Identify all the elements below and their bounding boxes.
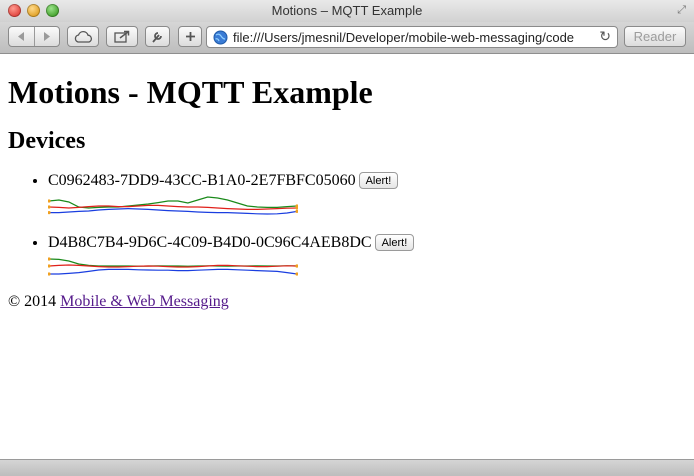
icloud-tabs-button[interactable] <box>67 26 99 47</box>
device-id: D4B8C7B4-9D6C-4C09-B4D0-0C96C4AEB8DC <box>48 234 372 251</box>
globe-icon <box>213 30 228 45</box>
blue-end-marker <box>295 272 298 276</box>
device-item: C0962483-7DD9-43CC-B1A0-2E7FBFC05060 Ale… <box>48 171 686 216</box>
footer: © 2014 Mobile & Web Messaging <box>8 293 686 311</box>
back-button[interactable] <box>16 31 26 42</box>
fullscreen-icon[interactable]: ⤢ <box>677 4 686 17</box>
back-arrow-icon <box>18 32 24 41</box>
device-list: C0962483-7DD9-43CC-B1A0-2E7FBFC05060 Ale… <box>8 171 686 278</box>
red-start-marker <box>48 264 51 268</box>
plus-icon <box>185 32 195 41</box>
page-title: Motions - MQTT Example <box>8 74 373 110</box>
blue-start-marker <box>48 211 51 215</box>
wrench-icon <box>152 31 162 43</box>
developer-button[interactable] <box>145 26 170 47</box>
share-button[interactable] <box>106 26 138 47</box>
cloud-icon <box>74 30 92 43</box>
alert-button[interactable]: Alert! <box>374 234 415 251</box>
blue-series-line <box>49 268 298 275</box>
back-forward-group <box>8 26 60 47</box>
forward-arrow-icon <box>44 32 50 41</box>
motion-sparkline <box>48 257 298 276</box>
device-id: C0962483-7DD9-43CC-B1A0-2E7FBFC05060 <box>48 172 356 189</box>
device-item: D4B8C7B4-9D6C-4C09-B4D0-0C96C4AEB8DC Ale… <box>48 233 686 278</box>
page-content: Motions - MQTT Example Devices C0962483-… <box>8 53 686 311</box>
devices-heading: Devices <box>8 128 86 154</box>
browser-toolbar: file:///Users/jmesnil/Developer/mobile-w… <box>0 22 694 54</box>
alert-button[interactable]: Alert! <box>358 172 399 189</box>
forward-button[interactable] <box>42 31 52 42</box>
reload-icon[interactable]: ↻ <box>599 28 611 45</box>
new-tab-button[interactable] <box>178 26 202 47</box>
window-titlebar: Motions – MQTT Example ⤢ <box>0 0 694 22</box>
status-bar <box>0 459 694 476</box>
green-start-marker <box>48 257 51 261</box>
copyright-text: © 2014 <box>8 293 57 310</box>
footer-link[interactable]: Mobile & Web Messaging <box>60 293 229 310</box>
red-end-marker <box>295 264 298 268</box>
url-text: file:///Users/jmesnil/Developer/mobile-w… <box>233 30 575 45</box>
blue-start-marker <box>48 272 51 276</box>
red-start-marker <box>48 205 51 209</box>
blue-end-marker <box>295 209 298 213</box>
green-series-line <box>48 258 298 267</box>
motion-sparkline <box>48 196 298 215</box>
share-icon <box>114 30 130 43</box>
reader-button[interactable]: Reader <box>624 26 686 47</box>
window-title: Motions – MQTT Example <box>271 3 423 18</box>
address-bar[interactable]: file:///Users/jmesnil/Developer/mobile-w… <box>206 26 618 48</box>
green-start-marker <box>48 199 51 203</box>
